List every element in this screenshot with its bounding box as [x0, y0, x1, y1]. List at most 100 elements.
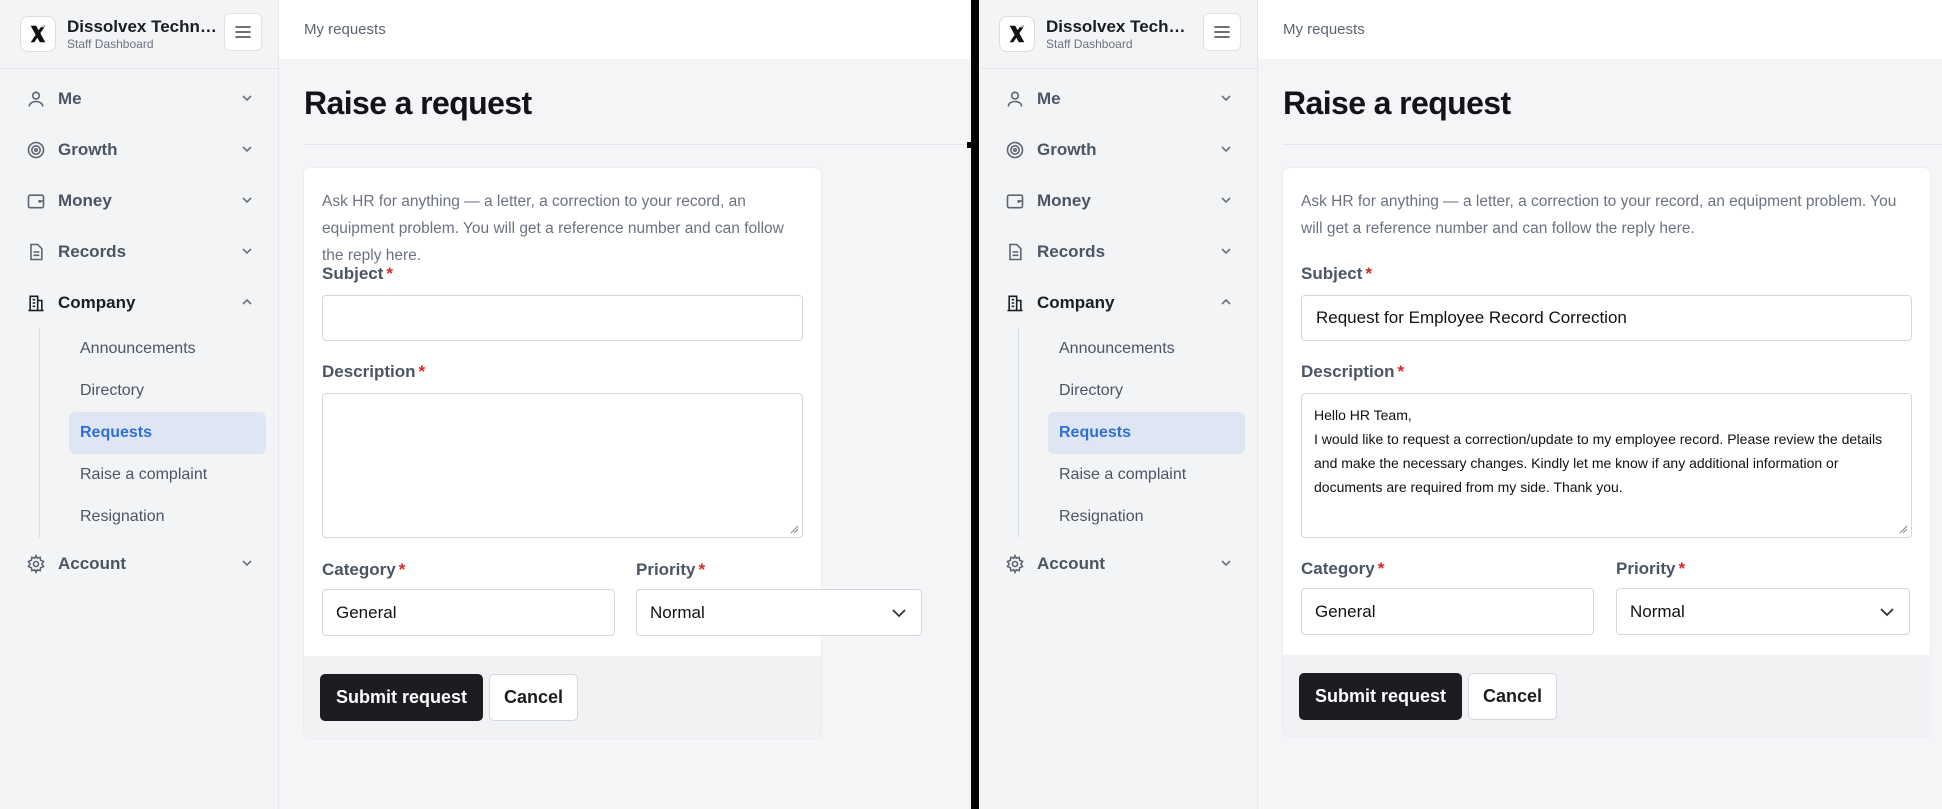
sidebar-subitem-resignation[interactable]: Resignation [1048, 496, 1245, 538]
chevron-down-icon [242, 146, 252, 153]
gear-icon [1003, 552, 1027, 576]
subject-label: Subject * [1301, 264, 1373, 283]
sidebar-item-account[interactable]: Account [0, 538, 278, 589]
submit-request-button[interactable]: Submit request [1299, 673, 1463, 720]
submit-request-button[interactable]: Submit request [320, 674, 484, 721]
sidebar-item-label: Records [1037, 241, 1106, 261]
chevron-down-icon [242, 197, 252, 204]
required-marker: * [418, 362, 426, 381]
target-icon [24, 138, 48, 162]
target-icon [1003, 138, 1027, 162]
brand-header: Dissolvex Technologies Staff Dashboard [0, 0, 278, 69]
sidebar-item-account[interactable]: Account [979, 538, 1257, 589]
resize-handle-icon[interactable] [789, 524, 799, 534]
sidebar-item-label: Money [1037, 190, 1091, 210]
category-input[interactable]: General [1301, 588, 1594, 635]
menu-toggle-button[interactable] [224, 13, 262, 51]
sidebar-item-label: Company [1037, 292, 1115, 312]
sidebar-item-money[interactable]: Money [979, 175, 1257, 226]
sidebar-item-growth[interactable]: Growth [979, 124, 1257, 175]
screen-filled-form: Dissolvex Technologies Staff Dashboard M… [979, 0, 1942, 809]
hamburger-icon [235, 26, 251, 38]
user-icon [24, 87, 48, 111]
sidebar-nav: Me Growth Money Records Company Announce… [0, 69, 278, 589]
chevron-down-icon [242, 560, 252, 567]
document-icon [24, 240, 48, 264]
breadcrumb[interactable]: My requests [279, 0, 971, 59]
split-notch [967, 142, 971, 148]
sidebar: Dissolvex Technologies Staff Dashboard M… [0, 0, 279, 809]
sidebar-item-me[interactable]: Me [0, 73, 278, 124]
chevron-up-icon [1221, 298, 1231, 305]
screen-divider [971, 0, 979, 809]
chevron-down-icon [1221, 248, 1231, 255]
title-divider [304, 144, 971, 145]
priority-label: Priority * [1616, 559, 1686, 578]
main-content: My requests Raise a request Ask HR for a… [1258, 0, 1942, 809]
form-footer: Submit request Cancel [304, 656, 821, 738]
chevron-down-icon [1221, 560, 1231, 567]
sidebar-item-records[interactable]: Records [979, 226, 1257, 277]
sidebar-item-label: Records [58, 241, 127, 261]
cancel-button[interactable]: Cancel [489, 674, 579, 721]
required-marker: * [1365, 264, 1373, 283]
sidebar-item-records[interactable]: Records [0, 226, 278, 277]
breadcrumb[interactable]: My requests [1258, 0, 1942, 59]
sidebar-item-money[interactable]: Money [0, 175, 278, 226]
page-title: Raise a request [304, 85, 532, 121]
required-marker: * [1377, 559, 1385, 578]
cancel-button[interactable]: Cancel [1468, 673, 1558, 720]
required-marker: * [1678, 559, 1686, 578]
category-input[interactable]: General [322, 589, 615, 636]
request-form-card: Ask HR for anything — a letter, a correc… [304, 168, 922, 738]
category-label: Category * [1301, 559, 1385, 578]
page-title: Raise a request [1283, 85, 1511, 121]
sidebar-subitem-requests[interactable]: Requests [69, 412, 266, 454]
sidebar-subitem-resignation[interactable]: Resignation [69, 496, 266, 538]
sidebar-item-me[interactable]: Me [979, 73, 1257, 124]
priority-select[interactable]: Normal [1616, 588, 1910, 635]
chevron-down-icon [1221, 197, 1231, 204]
chevron-down-icon [892, 609, 906, 618]
brand-subtitle: Staff Dashboard [1046, 36, 1133, 51]
wallet-icon [24, 189, 48, 213]
sidebar-subitem-announcements[interactable]: Announcements [1048, 328, 1245, 370]
sidebar-item-company[interactable]: Company [979, 277, 1257, 328]
required-marker: * [1397, 362, 1405, 381]
subject-input[interactable]: Request for Employee Record Correction [1301, 295, 1912, 341]
menu-toggle-button[interactable] [1203, 13, 1241, 51]
description-textarea[interactable] [322, 393, 803, 538]
request-form-card: Ask HR for anything — a letter, a correc… [1283, 168, 1930, 737]
screen-empty-form: Dissolvex Technologies Staff Dashboard M… [0, 0, 971, 809]
sidebar-item-label: Growth [58, 139, 118, 159]
required-marker: * [398, 560, 406, 579]
chevron-down-icon [1221, 146, 1231, 153]
sidebar-subitem-raise-complaint[interactable]: Raise a complaint [69, 454, 266, 496]
company-subnav: Announcements Directory Requests Raise a… [0, 328, 278, 538]
main-content: My requests Raise a request Ask HR for a… [279, 0, 971, 809]
chevron-down-icon [242, 248, 252, 255]
sidebar-subitem-requests[interactable]: Requests [1048, 412, 1245, 454]
sidebar-subitem-directory[interactable]: Directory [69, 370, 266, 412]
resize-handle-icon[interactable] [1898, 524, 1908, 534]
subject-label: Subject * [322, 264, 394, 283]
description-textarea[interactable]: Hello HR Team, I would like to request a… [1301, 393, 1912, 538]
description-label: Description * [1301, 362, 1405, 381]
user-icon [1003, 87, 1027, 111]
sidebar-item-label: Me [58, 88, 82, 108]
sidebar-subitem-raise-complaint[interactable]: Raise a complaint [1048, 454, 1245, 496]
gear-icon [24, 552, 48, 576]
priority-selected-value: Normal [650, 602, 705, 622]
sidebar-item-label: Me [1037, 88, 1061, 108]
sidebar-subitem-announcements[interactable]: Announcements [69, 328, 266, 370]
sidebar-item-label: Money [58, 190, 112, 210]
category-label: Category * [322, 560, 406, 579]
sidebar-item-label: Growth [1037, 139, 1097, 159]
sidebar-subitem-directory[interactable]: Directory [1048, 370, 1245, 412]
priority-select[interactable]: Normal [636, 589, 922, 636]
sidebar-item-company[interactable]: Company [0, 277, 278, 328]
hamburger-icon [1214, 26, 1230, 38]
sidebar-item-growth[interactable]: Growth [0, 124, 278, 175]
subject-input[interactable] [322, 295, 803, 341]
sidebar-nav: Me Growth Money Records Company Announce… [979, 69, 1257, 589]
